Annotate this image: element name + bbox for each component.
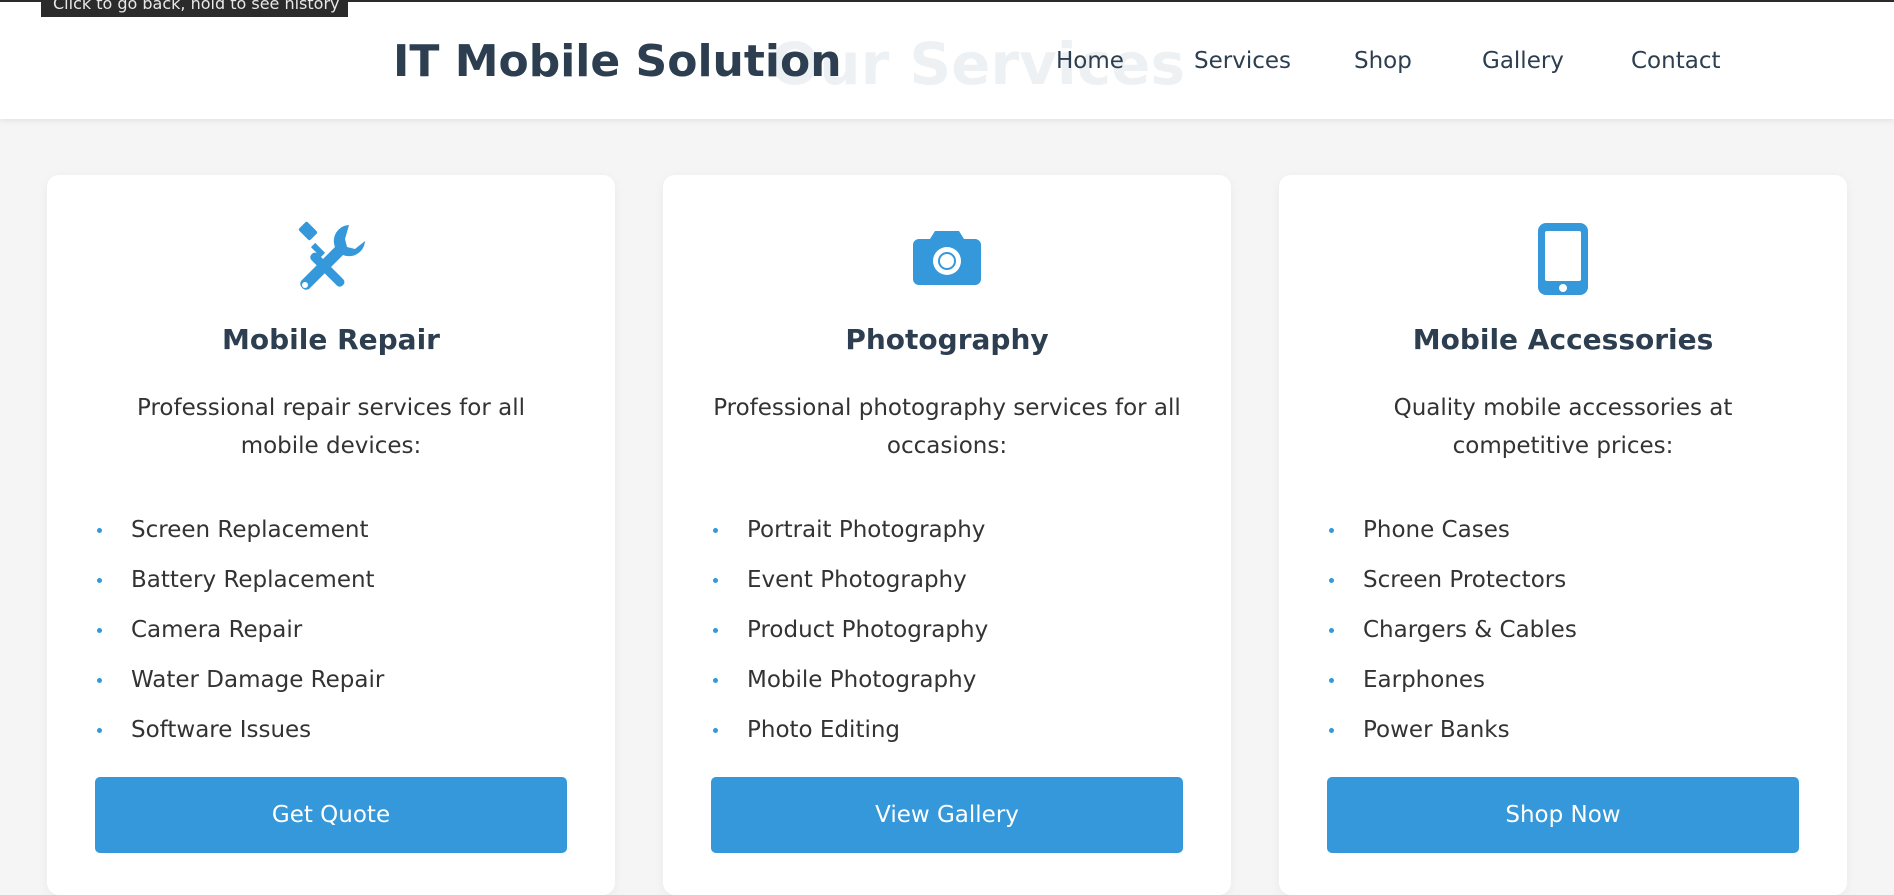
bullet-icon: [1329, 528, 1334, 533]
service-description: Professional repair services for all mob…: [137, 395, 525, 459]
nav-contact[interactable]: Contact: [1631, 48, 1720, 74]
list-item: Battery Replacement: [95, 555, 555, 605]
view-gallery-button[interactable]: View Gallery: [711, 777, 1183, 853]
list-item: Screen Protectors: [1327, 555, 1787, 605]
service-list: Phone Cases Screen Protectors Chargers &…: [1327, 505, 1787, 755]
main-nav: Home Services Shop Gallery Contact: [0, 48, 1894, 80]
camera-icon: [663, 221, 1231, 297]
service-list: Portrait Photography Event Photography P…: [711, 505, 1171, 755]
list-item: Mobile Photography: [711, 655, 1171, 705]
bullet-icon: [97, 678, 102, 683]
list-item: Phone Cases: [1327, 505, 1787, 555]
list-item: Camera Repair: [95, 605, 555, 655]
bullet-icon: [713, 678, 718, 683]
service-title: Mobile Repair: [222, 323, 440, 356]
list-item: Screen Replacement: [95, 505, 555, 555]
bullet-icon: [713, 728, 718, 733]
bullet-icon: [713, 578, 718, 583]
service-description: Professional photography services for al…: [713, 395, 1181, 459]
list-item: Event Photography: [711, 555, 1171, 605]
bullet-icon: [97, 628, 102, 633]
nav-gallery[interactable]: Gallery: [1482, 48, 1564, 74]
bullet-icon: [1329, 578, 1334, 583]
nav-shop[interactable]: Shop: [1354, 48, 1412, 74]
list-item: Water Damage Repair: [95, 655, 555, 705]
bullet-icon: [1329, 678, 1334, 683]
get-quote-button[interactable]: Get Quote: [95, 777, 567, 853]
service-list: Screen Replacement Battery Replacement C…: [95, 505, 555, 755]
list-item: Chargers & Cables: [1327, 605, 1787, 655]
bullet-icon: [97, 578, 102, 583]
bullet-icon: [1329, 628, 1334, 633]
bullet-icon: [713, 528, 718, 533]
list-item: Earphones: [1327, 655, 1787, 705]
service-card-mobile-accessories: Mobile Accessories Quality mobile access…: [1279, 175, 1847, 895]
bullet-icon: [713, 628, 718, 633]
list-item: Product Photography: [711, 605, 1171, 655]
service-card-photography: Photography Professional photography ser…: [663, 175, 1231, 895]
list-item: Software Issues: [95, 705, 555, 755]
nav-services[interactable]: Services: [1194, 48, 1291, 74]
service-description: Quality mobile accessories at competitiv…: [1393, 395, 1733, 459]
tools-icon: [47, 221, 615, 297]
back-button-tooltip: Click to go back, hold to see history: [41, 0, 348, 17]
service-title: Mobile Accessories: [1412, 323, 1714, 356]
service-card-mobile-repair: Mobile Repair Professional repair servic…: [47, 175, 615, 895]
service-title: Photography: [845, 323, 1049, 356]
mobile-phone-icon: [1279, 221, 1847, 297]
shop-now-button[interactable]: Shop Now: [1327, 777, 1799, 853]
list-item: Power Banks: [1327, 705, 1787, 755]
bullet-icon: [97, 728, 102, 733]
bullet-icon: [1329, 728, 1334, 733]
bullet-icon: [97, 528, 102, 533]
site-header: Our Services IT Mobile Solution Home Ser…: [0, 2, 1894, 119]
list-item: Portrait Photography: [711, 505, 1171, 555]
nav-home[interactable]: Home: [1056, 48, 1124, 74]
list-item: Photo Editing: [711, 705, 1171, 755]
